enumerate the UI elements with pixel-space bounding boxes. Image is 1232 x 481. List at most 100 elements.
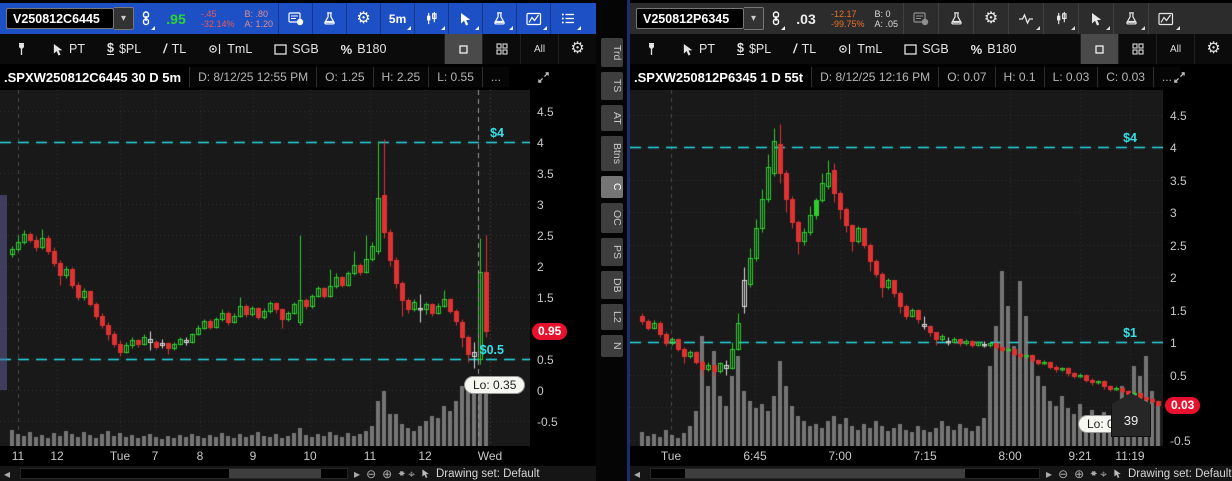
sidebar-tab-c[interactable]: C [601, 176, 623, 198]
horizontal-scrollbar[interactable] [20, 468, 348, 479]
prophet-chart-icon[interactable] [516, 3, 550, 34]
single-grid-button[interactable] [1080, 34, 1118, 64]
tool-b180[interactable]: %B180 [341, 42, 387, 57]
left-price-chart-canvas[interactable] [0, 90, 530, 446]
studies-flask-icon[interactable] [938, 3, 973, 34]
grid-settings-gear-icon[interactable]: ⚙ [1194, 34, 1232, 64]
multi-grid-button[interactable] [1118, 34, 1156, 64]
sidebar-tab-ps[interactable]: PS [601, 238, 623, 266]
sidebar-tab-db[interactable]: DB [601, 271, 623, 300]
prophet-chart-icon[interactable] [1148, 3, 1183, 34]
chart-more[interactable]: ... [482, 67, 509, 87]
scroll-right-icon[interactable]: ▸ [1046, 468, 1052, 480]
y-axis-tick: 2.5 [537, 229, 554, 243]
scroll-left-icon[interactable]: ◂ [4, 468, 10, 480]
maximize-chart-icon[interactable] [534, 68, 552, 86]
tool-sgb[interactable]: SGB [274, 42, 318, 56]
symbol-input[interactable]: V250812C6445 [6, 8, 114, 29]
sidebar-tab-btns[interactable]: Btns [601, 136, 623, 171]
left-time-axis[interactable]: 1112Tue789101112Wed [0, 446, 596, 466]
scrollbar-thumb[interactable] [685, 469, 965, 478]
alerts-icon[interactable] [278, 3, 312, 34]
left-bottom-bar: ◂ ▸ ⊖ ⊕ ◂▸ ⌖ Drawing set: Default [0, 466, 596, 481]
cursor-tool-icon[interactable] [1078, 3, 1113, 34]
y-axis-tick: 4.5 [537, 105, 554, 119]
tool-tl[interactable]: /TL [793, 42, 816, 56]
scrollbar-thumb[interactable] [229, 469, 321, 478]
sidebar-tab-l2[interactable]: L2 [601, 304, 623, 330]
crosshair-target-icon[interactable]: ⌖ [1100, 468, 1107, 480]
pointer-icon[interactable] [421, 468, 430, 479]
tool-b180[interactable]: %B180 [971, 42, 1017, 57]
tool-spl[interactable]: $$PL [107, 42, 141, 56]
all-button[interactable]: All [520, 34, 558, 64]
chart-low: L: 0.03 [1044, 67, 1098, 87]
alert-level-label: $4 [490, 126, 504, 140]
right-price-chart[interactable]: $4$1Lo: 039 [630, 90, 1163, 446]
time-axis-label: 8 [197, 449, 204, 463]
tool-sgb[interactable]: SGB [904, 42, 948, 56]
grid-settings-gear-icon[interactable]: ⚙ [558, 34, 596, 64]
scroll-right-icon[interactable]: ▸ [354, 468, 360, 480]
pin-icon[interactable] [12, 42, 30, 56]
studies-flask-icon[interactable] [312, 3, 346, 34]
time-axis-label: Wed [478, 449, 502, 463]
patterns-flask-icon[interactable] [1113, 3, 1148, 34]
menu-list-icon[interactable] [550, 3, 584, 34]
tool-tml[interactable]: TmL [208, 42, 252, 56]
all-button[interactable]: All [1156, 34, 1194, 64]
right-time-axis[interactable]: Tue6:457:007:158:009:2111:19 [630, 446, 1232, 466]
sidebar-tab-ts[interactable]: TS [601, 72, 623, 99]
patterns-flask-icon[interactable] [482, 3, 516, 34]
scroll-left-icon[interactable]: ◂ [634, 468, 640, 480]
symbol-input[interactable]: V250812P6345 [636, 8, 744, 29]
link-icon[interactable] [134, 3, 158, 34]
time-axis-label: 7:00 [828, 449, 851, 463]
zoom-out-icon[interactable]: ⊖ [1058, 468, 1068, 480]
time-axis-label: 12 [50, 449, 63, 463]
crosshair-target-icon[interactable]: ⌖ [408, 468, 415, 480]
symbol-dropdown-button[interactable]: ▾ [114, 7, 134, 30]
symbol-dropdown-button[interactable]: ▾ [744, 7, 764, 30]
y-axis-tick: 0 [537, 384, 544, 398]
maximize-chart-icon[interactable] [1170, 68, 1188, 86]
chart-style-icon[interactable] [414, 3, 448, 34]
sidebar-tab-oc[interactable]: OC [601, 203, 623, 233]
sidebar-tab-at[interactable]: AT [601, 105, 623, 132]
sidebar-tab-n[interactable]: N [601, 335, 623, 357]
zoom-in-icon[interactable]: ⊕ [382, 468, 392, 480]
single-grid-button[interactable] [444, 34, 482, 64]
chart-style-icon[interactable] [1043, 3, 1078, 34]
last-price-bubble: 0.03 [1165, 397, 1200, 414]
link-icon[interactable] [764, 3, 788, 34]
multi-grid-button[interactable] [482, 34, 520, 64]
horizontal-scrollbar[interactable] [650, 468, 1040, 479]
timeframe-button[interactable]: 5m [380, 3, 414, 34]
fit-width-icon[interactable]: ◂▸ [398, 468, 402, 480]
right-price-axis[interactable]: 4.543.532.521.510.5-0.50.03 [1163, 90, 1232, 446]
fit-width-icon[interactable]: ◂▸ [1090, 468, 1094, 480]
zoom-in-icon[interactable]: ⊕ [1074, 468, 1084, 480]
tool-pt[interactable]: PT [52, 42, 85, 56]
right-price-chart-canvas[interactable] [630, 90, 1163, 446]
tool-tl[interactable]: /TL [163, 42, 186, 56]
tool-pt[interactable]: PT [682, 42, 715, 56]
settings-gear-icon[interactable]: ⚙ [973, 3, 1008, 34]
left-chart-panel: V250812C6445 ▾ .95 -.45-32.14% B: .80A: … [0, 0, 596, 481]
settings-gear-icon[interactable]: ⚙ [346, 3, 380, 34]
tool-tml[interactable]: TmL [838, 42, 882, 56]
price-change: -12.17-99.75% [831, 9, 865, 29]
alerts-icon[interactable] [903, 3, 938, 34]
tool-spl[interactable]: $$PL [737, 42, 771, 56]
tick-timeframe-icon[interactable] [1008, 3, 1043, 34]
left-price-axis[interactable]: 4.543.532.521.510.50-0.50.95 [530, 90, 596, 446]
pin-icon[interactable] [642, 42, 660, 56]
chart-open: O: 1.25 [316, 67, 372, 87]
pointer-icon[interactable] [1113, 468, 1122, 479]
cursor-tool-icon[interactable] [448, 3, 482, 34]
zoom-out-icon[interactable]: ⊖ [366, 468, 376, 480]
left-price-chart[interactable]: $4$0.5Lo: 0.35 [0, 90, 530, 446]
sidebar-tab-trd[interactable]: Trd [601, 38, 623, 67]
time-axis-label: 9 [250, 449, 257, 463]
chart-datetime: D: 8/12/25 12:16 PM [811, 67, 938, 87]
